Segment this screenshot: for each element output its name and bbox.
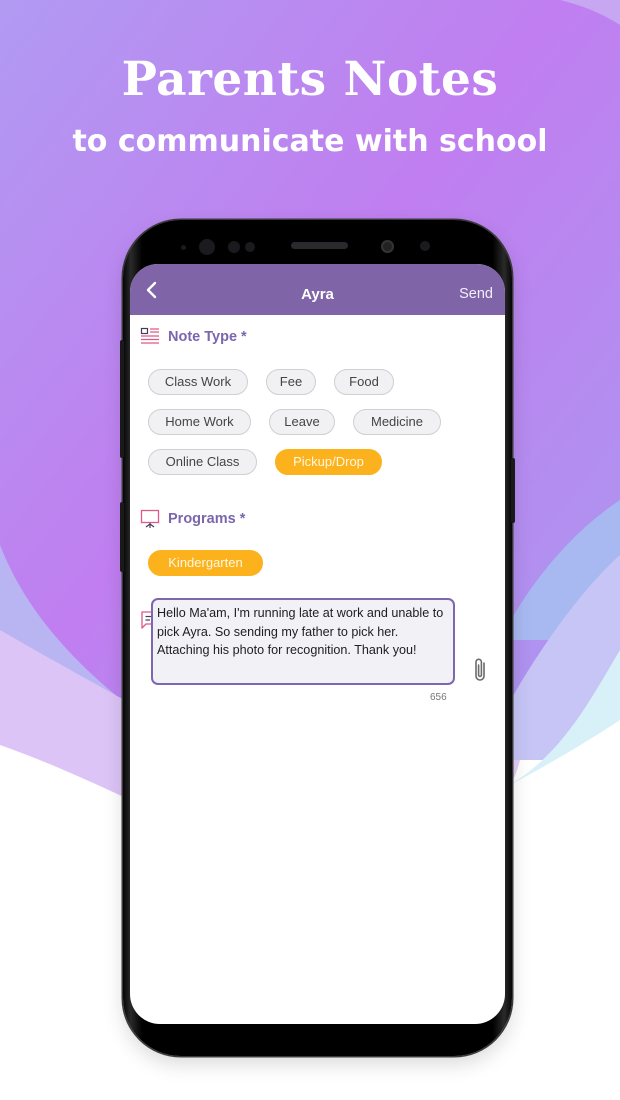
note-type-header: Note Type * xyxy=(140,327,247,347)
note-type-chip-pickup-drop[interactable]: Pickup/Drop xyxy=(275,449,382,475)
app-screen: Ayra Send Note Type * Class Work Fee Foo… xyxy=(130,264,505,1024)
back-button[interactable] xyxy=(142,278,162,302)
sensor-dot xyxy=(181,245,186,250)
app-bar: Ayra Send xyxy=(130,264,505,315)
list-checkbox-icon xyxy=(140,327,159,344)
hero-title: Parents Notes xyxy=(121,52,499,107)
send-button[interactable]: Send xyxy=(459,286,493,302)
note-type-chip-medicine[interactable]: Medicine xyxy=(353,409,441,435)
paperclip-icon xyxy=(475,658,485,681)
bixby-button xyxy=(120,502,124,572)
note-type-chip-leave[interactable]: Leave xyxy=(269,409,335,435)
note-type-chip-home-work[interactable]: Home Work xyxy=(148,409,251,435)
sensor-dot xyxy=(228,241,240,253)
program-chip-kindergarten[interactable]: Kindergarten xyxy=(148,550,263,576)
sensor-dot xyxy=(420,241,430,251)
note-type-label: Note Type * xyxy=(168,329,247,345)
front-camera xyxy=(381,240,394,253)
note-type-chip-class-work[interactable]: Class Work xyxy=(148,369,248,395)
attach-button[interactable] xyxy=(471,656,491,684)
app-bar-title: Ayra xyxy=(301,286,334,303)
power-button xyxy=(511,458,515,523)
sensor-lens xyxy=(199,239,215,255)
note-type-chip-food[interactable]: Food xyxy=(334,369,394,395)
chevron-left-icon xyxy=(146,281,157,299)
remaining-characters: 656 xyxy=(430,692,447,703)
message-input[interactable]: Hello Ma'am, I'm running late at work an… xyxy=(151,598,455,685)
sensor-dot xyxy=(245,242,255,252)
note-type-chip-online-class[interactable]: Online Class xyxy=(148,449,257,475)
earpiece-speaker xyxy=(291,242,348,249)
volume-button xyxy=(120,340,124,458)
presentation-board-icon xyxy=(140,509,160,528)
programs-label: Programs * xyxy=(168,511,246,527)
phone-frame: Ayra Send Note Type * Class Work Fee Foo… xyxy=(120,220,515,1056)
hero-subtitle: to communicate with school xyxy=(72,124,548,159)
note-type-chip-fee[interactable]: Fee xyxy=(266,369,316,395)
programs-header: Programs * xyxy=(140,509,245,529)
